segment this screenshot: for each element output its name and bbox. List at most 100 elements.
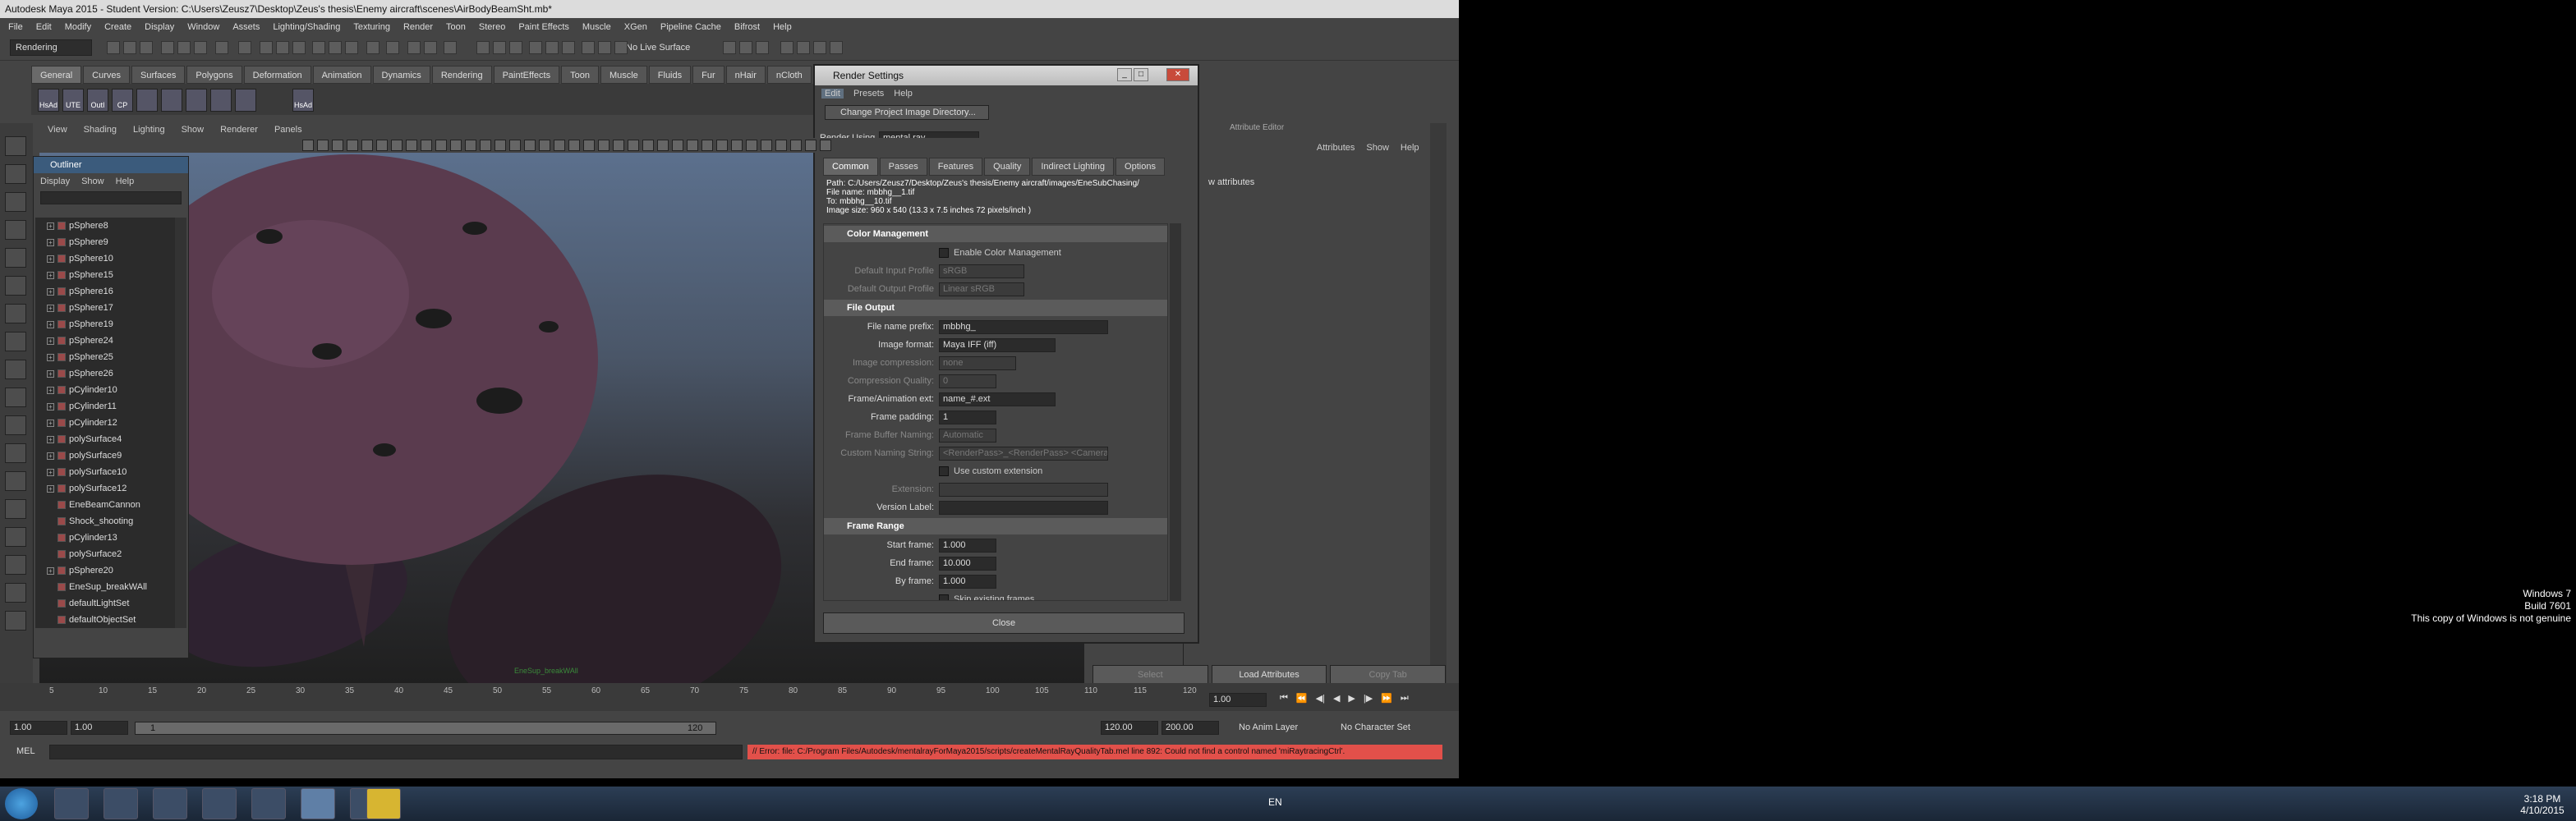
status-tool-icon[interactable] <box>529 41 542 54</box>
toolbox-tool-icon[interactable] <box>5 192 26 212</box>
outliner-item[interactable]: defaultLightSet <box>35 595 175 612</box>
viewport-tool-icon[interactable] <box>554 140 565 151</box>
shelf-tab-ncloth[interactable]: nCloth <box>766 66 812 84</box>
start-frame-field[interactable]: 1.000 <box>939 538 996 553</box>
status-tool-icon[interactable] <box>260 41 273 54</box>
status-tool-icon[interactable] <box>329 41 342 54</box>
viewport-menu-panels[interactable]: Panels <box>274 125 302 135</box>
expand-icon[interactable]: + <box>47 386 54 394</box>
start-button[interactable] <box>5 788 38 819</box>
viewport-menu-renderer[interactable]: Renderer <box>220 125 258 135</box>
expand-icon[interactable]: + <box>47 287 54 296</box>
menu-create[interactable]: Create <box>104 22 131 32</box>
playback-end-field[interactable]: 120.00 <box>1101 721 1158 735</box>
menu-muscle[interactable]: Muscle <box>582 22 611 32</box>
viewport-tool-icon[interactable] <box>628 140 639 151</box>
close-window-button[interactable]: ✕ <box>1166 68 1189 81</box>
menu-toon[interactable]: Toon <box>446 22 466 32</box>
outliner-item[interactable]: + pSphere20 <box>35 562 175 579</box>
status-tool-icon[interactable] <box>292 41 306 54</box>
character-set-select[interactable]: No Character Set <box>1341 722 1410 732</box>
toolbox-tool-icon[interactable] <box>5 360 26 379</box>
shelf-tab-polygons[interactable]: Polygons <box>186 66 242 84</box>
menu-render[interactable]: Render <box>403 22 433 32</box>
padding-field[interactable]: 1 <box>939 410 996 424</box>
quality-field[interactable]: 0 <box>939 374 996 388</box>
format-select[interactable]: Maya IFF (iff) <box>939 337 1056 352</box>
viewport-tool-icon[interactable] <box>421 140 432 151</box>
status-tool-icon[interactable] <box>177 41 191 54</box>
viewport-tool-icon[interactable] <box>583 140 595 151</box>
chrome-taskbar-icon[interactable] <box>104 788 138 819</box>
shelf-tab-general[interactable]: General <box>31 66 82 84</box>
rs-menu-help[interactable]: Help <box>894 89 913 99</box>
status-tool-icon[interactable] <box>756 41 769 54</box>
mel-label[interactable]: MEL <box>16 746 35 756</box>
by-frame-field[interactable]: 1.000 <box>939 574 996 589</box>
outliner-menu-show[interactable]: Show <box>81 177 104 186</box>
shelf-tab-fluids[interactable]: Fluids <box>648 66 692 84</box>
explorer-taskbar-icon[interactable] <box>54 788 89 819</box>
shelf-tab-curves[interactable]: Curves <box>83 66 130 84</box>
outliner-item[interactable]: EneBeamCannon <box>35 497 175 513</box>
status-tool-icon[interactable] <box>493 41 506 54</box>
viewport-tool-icon[interactable] <box>391 140 402 151</box>
viewport-tool-icon[interactable] <box>775 140 787 151</box>
toolbox-tool-icon[interactable] <box>5 443 26 463</box>
menu-texturing[interactable]: Texturing <box>353 22 390 32</box>
command-input[interactable] <box>49 745 743 759</box>
outliner-item[interactable]: + pSphere24 <box>35 333 175 349</box>
step-forward-key-icon[interactable]: ⏩ <box>1381 693 1392 704</box>
tab-common[interactable]: Common <box>823 158 878 176</box>
anim-layer-select[interactable]: No Anim Layer <box>1239 722 1298 732</box>
status-tool-icon[interactable] <box>830 41 843 54</box>
status-tool-icon[interactable] <box>238 41 251 54</box>
step-forward-icon[interactable]: |▶ <box>1364 693 1373 704</box>
outliner-item[interactable]: + pSphere17 <box>35 300 175 316</box>
viewport-tool-icon[interactable] <box>347 140 358 151</box>
step-back-icon[interactable]: ◀| <box>1316 693 1325 704</box>
status-tool-icon[interactable] <box>312 41 325 54</box>
status-tool-icon[interactable] <box>598 41 611 54</box>
status-tool-icon[interactable] <box>345 41 358 54</box>
status-tool-icon[interactable] <box>107 41 120 54</box>
viewport-tool-icon[interactable] <box>509 140 521 151</box>
mode-select[interactable]: Rendering <box>10 39 92 56</box>
viewport-tool-icon[interactable] <box>642 140 654 151</box>
rs-menu-edit[interactable]: Edit <box>821 89 844 99</box>
maya-taskbar-icon[interactable] <box>301 788 335 819</box>
menu-display[interactable]: Display <box>145 22 174 32</box>
shelf-tab-surfaces[interactable]: Surfaces <box>131 66 186 84</box>
shelf-tool-icon[interactable]: HsAd <box>292 89 314 112</box>
shelf-tool-icon[interactable] <box>186 89 207 112</box>
outliner-item[interactable]: + polySurface12 <box>35 480 175 497</box>
minimize-button[interactable]: _ <box>1117 68 1132 81</box>
menu-lighting-shading[interactable]: Lighting/Shading <box>273 22 340 32</box>
status-tool-icon[interactable] <box>215 41 228 54</box>
shelf-tool-icon[interactable] <box>161 89 182 112</box>
maximize-button[interactable]: □ <box>1134 68 1148 81</box>
naming-field[interactable]: <RenderPass>_<RenderPass> <Camera> <box>939 446 1108 461</box>
change-project-dir-button[interactable]: Change Project Image Directory... <box>825 105 989 120</box>
viewport-tool-icon[interactable] <box>480 140 491 151</box>
outliner-item[interactable]: + polySurface10 <box>35 464 175 480</box>
status-tool-icon[interactable] <box>780 41 794 54</box>
toolbox-tool-icon[interactable] <box>5 220 26 240</box>
status-tool-icon[interactable] <box>582 41 595 54</box>
viewport-tool-icon[interactable] <box>746 140 757 151</box>
tab-indirect-lighting[interactable]: Indirect Lighting <box>1032 158 1115 176</box>
menu-file[interactable]: File <box>8 22 23 32</box>
viewport-tool-icon[interactable] <box>716 140 728 151</box>
status-tool-icon[interactable] <box>509 41 522 54</box>
viewport-tool-icon[interactable] <box>494 140 506 151</box>
outliner-item[interactable]: pCylinder13 <box>35 530 175 546</box>
end-frame-field[interactable]: 10.000 <box>939 556 996 571</box>
expand-icon[interactable]: + <box>47 304 54 312</box>
outliner-item[interactable]: + pCylinder11 <box>35 398 175 415</box>
outliner-item[interactable]: + polySurface4 <box>35 431 175 447</box>
shelf-tab-painteffects[interactable]: PaintEffects <box>493 66 560 84</box>
toolbox-tool-icon[interactable] <box>5 527 26 547</box>
menu-assets[interactable]: Assets <box>232 22 260 32</box>
tab-options[interactable]: Options <box>1116 158 1165 176</box>
shelf-tab-fur[interactable]: Fur <box>692 66 724 84</box>
